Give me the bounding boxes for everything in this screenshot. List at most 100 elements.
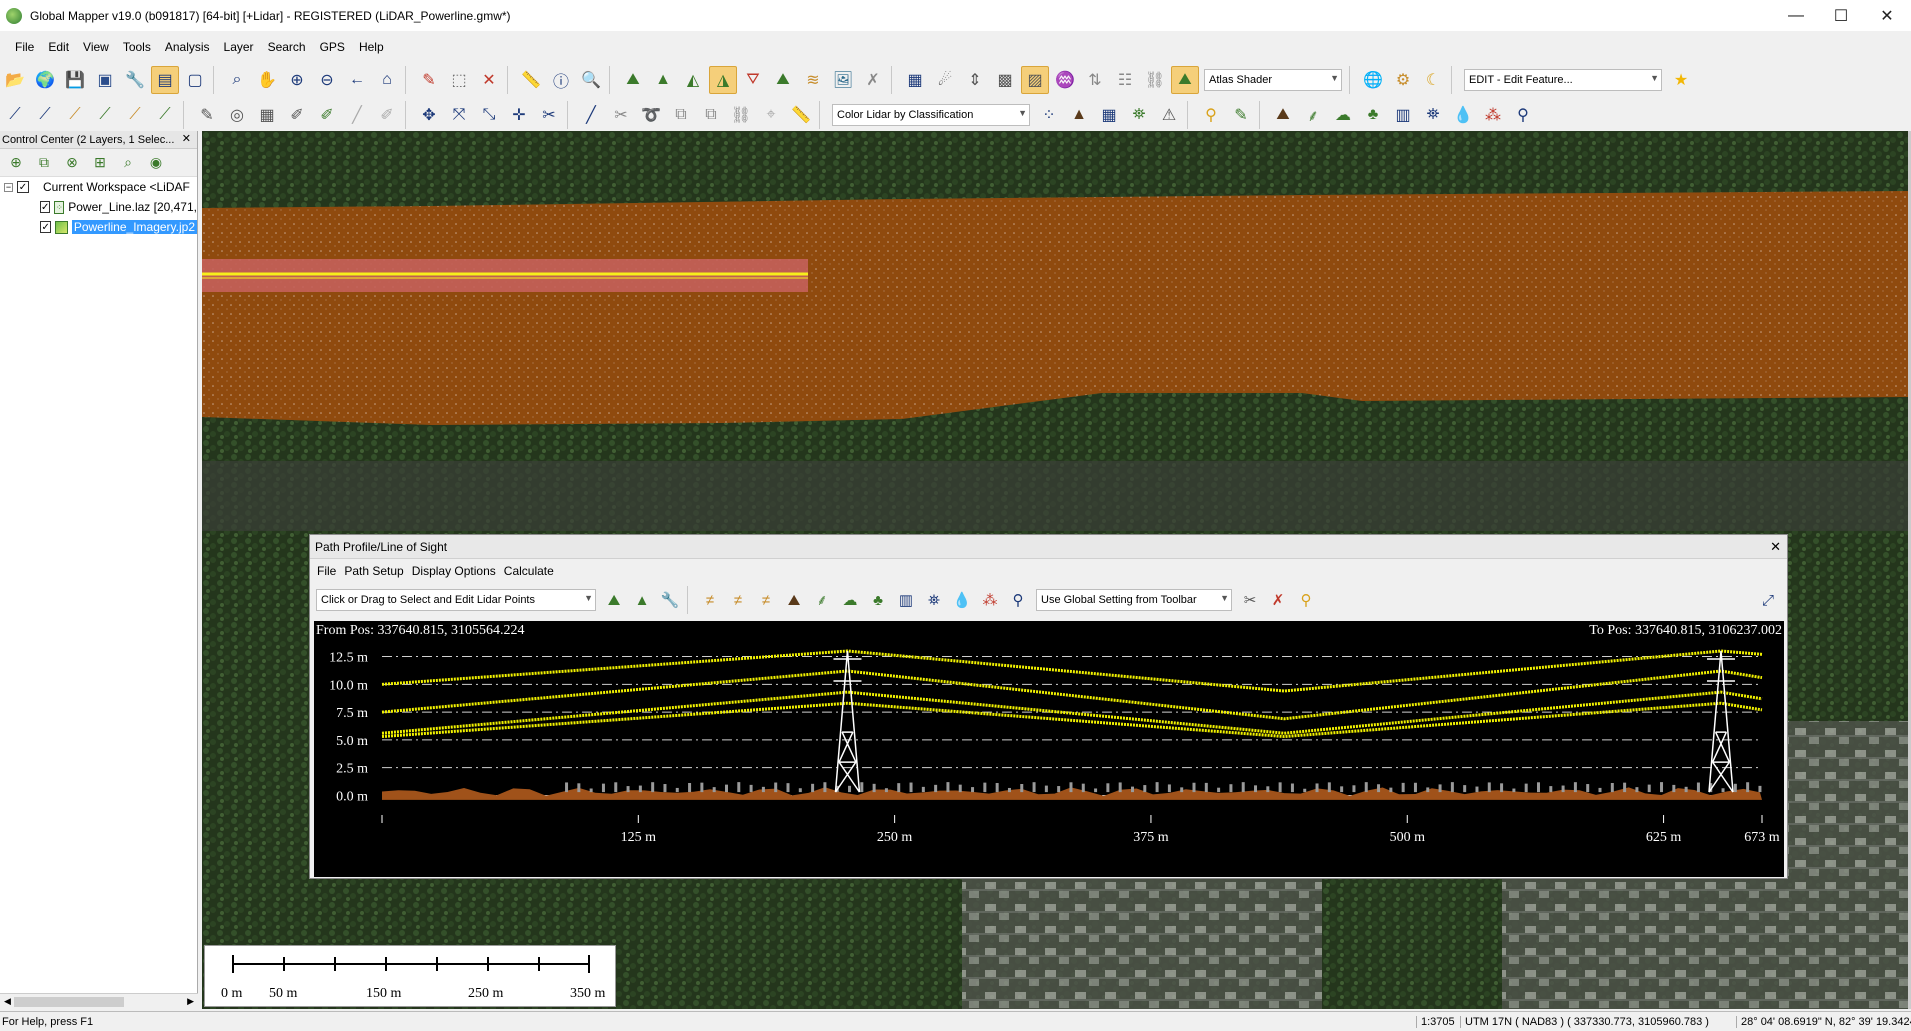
layer-item-powerline-imagery[interactable]: ✓ Powerline_Imagery.jp2 bbox=[0, 217, 197, 237]
search-lidar-icon[interactable]: ⚲ bbox=[1509, 101, 1537, 129]
building-icon[interactable]: ▥ bbox=[1389, 101, 1417, 129]
search-lidar-icon[interactable]: ⚲ bbox=[1005, 587, 1031, 613]
global-setting-select[interactable]: Use Global Setting from Toolbar ▼ bbox=[1036, 589, 1232, 611]
move-icon[interactable]: ✥ bbox=[415, 101, 443, 129]
tools-icon[interactable]: ✂ bbox=[1237, 587, 1263, 613]
cut-line-icon[interactable]: ✂ bbox=[607, 101, 635, 129]
profile-menu-calculate[interactable]: Calculate bbox=[504, 564, 554, 578]
delete-feature-icon[interactable]: ✕ bbox=[475, 66, 503, 94]
zoom-layer-icon[interactable]: ⊕ bbox=[3, 151, 29, 175]
profile-menu-display-options[interactable]: Display Options bbox=[412, 564, 496, 578]
grid-tool-icon[interactable]: ▦ bbox=[253, 101, 281, 129]
profile-area-icon[interactable]: ▲ bbox=[629, 587, 655, 613]
menu-tools[interactable]: Tools bbox=[123, 40, 151, 54]
lasso-icon[interactable]: ➰ bbox=[637, 101, 665, 129]
home-icon[interactable]: ⌂ bbox=[373, 66, 401, 94]
warning-triangle-icon[interactable]: ⚠ bbox=[1155, 101, 1183, 129]
expand-icon[interactable]: ⤢ bbox=[1755, 587, 1781, 613]
overview-map-icon[interactable]: ▢ bbox=[181, 66, 209, 94]
lidar-color-select[interactable]: Color Lidar by Classification ▼ bbox=[832, 104, 1030, 126]
save-icon[interactable]: 💾 bbox=[61, 66, 89, 94]
ground-class-icon[interactable]: ⛰ bbox=[1269, 101, 1297, 129]
contrast-icon[interactable]: ☷ bbox=[1111, 66, 1139, 94]
ruler-icon[interactable]: 📏 bbox=[787, 101, 815, 129]
map-image-icon[interactable]: 🖼 bbox=[829, 66, 857, 94]
shader-toggle-icon[interactable]: ⛰ bbox=[1171, 66, 1199, 94]
elevation-icon[interactable]: ⇅ bbox=[1081, 66, 1109, 94]
noise-points-icon[interactable]: ⁂ bbox=[977, 587, 1003, 613]
combine-icon[interactable]: ⧉ bbox=[697, 101, 725, 129]
lidar-profile-icon[interactable]: ◮ bbox=[709, 66, 737, 94]
extract-icon[interactable]: ⛯ bbox=[1125, 101, 1153, 129]
hillshade-icon[interactable]: ▨ bbox=[1021, 66, 1049, 94]
layer-checkbox[interactable]: ✓ bbox=[40, 201, 51, 213]
control-center-toggle-icon[interactable]: ▤ bbox=[151, 66, 179, 94]
high-veg-icon[interactable]: ♣ bbox=[865, 587, 891, 613]
tower-icon[interactable]: ⛯ bbox=[921, 587, 947, 613]
zoom-in-icon[interactable]: ⊕ bbox=[283, 66, 311, 94]
path-profile-icon[interactable]: ⛰ bbox=[619, 66, 647, 94]
profile-plot[interactable]: 0.0 m 2.5 m 5.0 m 7.5 m 10.0 m 12.5 m 125 m 250… bbox=[314, 621, 1784, 877]
profile-menu-path-setup[interactable]: Path Setup bbox=[344, 564, 403, 578]
3d-view-icon[interactable]: ▩ bbox=[991, 66, 1019, 94]
night-mode-icon[interactable]: ☾ bbox=[1419, 66, 1447, 94]
paint-icon[interactable]: ✐ bbox=[313, 101, 341, 129]
view-shed-icon[interactable]: ▲ bbox=[649, 66, 677, 94]
back-arrow-icon[interactable]: ← bbox=[343, 66, 371, 94]
scroll-right-icon[interactable]: ▶ bbox=[187, 996, 194, 1007]
contour-icon[interactable]: ≋ bbox=[799, 66, 827, 94]
menu-help[interactable]: Help bbox=[359, 40, 384, 54]
water-drop-icon[interactable]: 💧 bbox=[1449, 101, 1477, 129]
low-veg-icon[interactable]: ⸙ bbox=[1299, 101, 1327, 129]
filter-icon[interactable]: ⚲ bbox=[1293, 587, 1319, 613]
measure-ruler-icon[interactable]: 📏 bbox=[517, 66, 545, 94]
globe-data-icon[interactable]: 🌍 bbox=[31, 66, 59, 94]
info-icon[interactable]: ⓘ bbox=[547, 66, 575, 94]
circle-tool-icon[interactable]: ◎ bbox=[223, 101, 251, 129]
create-line-2-icon[interactable]: ⟋ bbox=[31, 101, 59, 129]
settings-gear-icon[interactable]: ⚙ bbox=[1389, 66, 1417, 94]
layer-checkbox[interactable]: ✓ bbox=[40, 221, 52, 233]
building-icon[interactable]: ▥ bbox=[893, 587, 919, 613]
open-folder-icon[interactable]: 📂 bbox=[1, 66, 29, 94]
shader-select[interactable]: Atlas Shader ▼ bbox=[1204, 69, 1342, 91]
vertical-exaggeration-icon[interactable]: ⇕ bbox=[961, 66, 989, 94]
crosshair-icon[interactable]: ⌖ bbox=[757, 101, 785, 129]
edit-lidar-icon[interactable]: ✎ bbox=[1227, 101, 1255, 129]
pan-hand-icon[interactable]: ✋ bbox=[253, 66, 281, 94]
med-veg-icon[interactable]: ☁ bbox=[1329, 101, 1357, 129]
low-veg-icon[interactable]: ⸙ bbox=[809, 587, 835, 613]
cut-fill-icon[interactable]: ⛛ bbox=[739, 66, 767, 94]
layout-icon[interactable]: ▦ bbox=[901, 66, 929, 94]
profile-line-2-icon[interactable]: ≠ bbox=[725, 587, 751, 613]
edit-vertex-icon[interactable]: ✐ bbox=[283, 101, 311, 129]
menu-search[interactable]: Search bbox=[268, 40, 306, 54]
menu-gps[interactable]: GPS bbox=[320, 40, 345, 54]
high-veg-icon[interactable]: ♣ bbox=[1359, 101, 1387, 129]
terrain-classify-icon[interactable]: ▲ bbox=[1065, 101, 1093, 129]
minimize-button[interactable]: — bbox=[1773, 0, 1819, 31]
cross-move-icon[interactable]: ✛ bbox=[505, 101, 533, 129]
feature-info-icon[interactable]: 🔍 bbox=[577, 66, 605, 94]
view-layer-icon[interactable]: ◉ bbox=[143, 151, 169, 175]
profile-chart-icon[interactable]: ⛰ bbox=[601, 587, 627, 613]
merge-icon[interactable]: ⧉ bbox=[667, 101, 695, 129]
remove-layer-icon[interactable]: ⊗ bbox=[59, 151, 85, 175]
brush-icon[interactable]: ⟋ bbox=[151, 101, 179, 129]
layer-options-icon[interactable]: ⧉ bbox=[31, 151, 57, 175]
water-drop-icon[interactable]: 💧 bbox=[949, 587, 975, 613]
building-classify-icon[interactable]: ▦ bbox=[1095, 101, 1123, 129]
create-area-icon[interactable]: ⟋ bbox=[91, 101, 119, 129]
move-vertex-icon[interactable]: ⤧ bbox=[445, 101, 473, 129]
workspace-tree-item[interactable]: − ✓ Current Workspace <LiDAF bbox=[0, 177, 197, 197]
point-cloud-icon[interactable]: ⁘ bbox=[1035, 101, 1063, 129]
med-veg-icon[interactable]: ☁ bbox=[837, 587, 863, 613]
close-window-button[interactable]: ✕ bbox=[1864, 0, 1910, 31]
layer-item-powerline-laz[interactable]: ✓ ⁘ Power_Line.laz [20,471, bbox=[0, 197, 197, 217]
layer-properties-icon[interactable]: ⊞ bbox=[87, 151, 113, 175]
menu-file[interactable]: File bbox=[15, 40, 34, 54]
selection-mode-select[interactable]: Click or Drag to Select and Edit Lidar P… bbox=[316, 589, 596, 611]
noise-points-icon[interactable]: ⁂ bbox=[1479, 101, 1507, 129]
split-icon[interactable]: ✂ bbox=[535, 101, 563, 129]
light-direction-icon[interactable]: ☄ bbox=[931, 66, 959, 94]
